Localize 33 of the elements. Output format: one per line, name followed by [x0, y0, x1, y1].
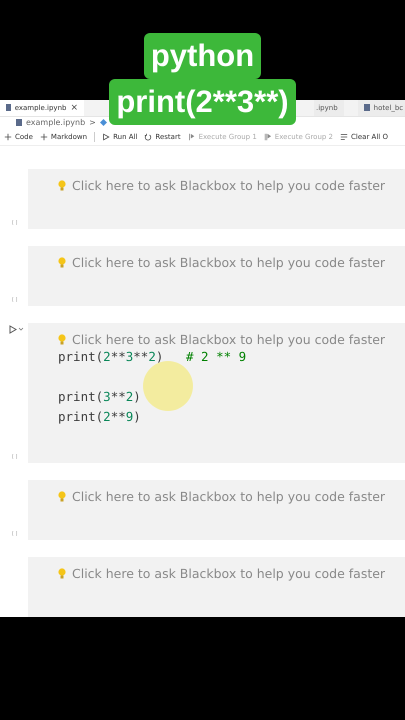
clear-icon	[340, 133, 348, 142]
notebook-icon	[364, 104, 370, 112]
code-line: print(3**2)	[58, 388, 142, 406]
lightbulb-icon	[58, 256, 66, 268]
code-line: print(2**3**2) # 2 ** 9	[58, 348, 248, 366]
lightbulb-icon	[58, 490, 66, 502]
ai-hint-link[interactable]: Click here to ask Blackbox to help you code faster	[72, 178, 386, 193]
ai-hint-link[interactable]: Click here to ask Blackbox to help you code faster	[72, 254, 386, 270]
caption-text: print(2**3**)	[109, 79, 296, 125]
close-icon[interactable]: ×	[70, 102, 78, 113]
restart-icon	[144, 133, 152, 142]
code-cell[interactable]: Click here to ask Blackbox to help you code faster	[28, 480, 405, 540]
run-icon	[102, 133, 110, 142]
lightbulb-icon	[58, 180, 66, 191]
ai-hint-link[interactable]: Click here to ask Blackbox to help you code faster	[72, 332, 386, 347]
code-cell[interactable]: Click here to ask Blackbox to help you code faster	[28, 556, 405, 617]
ai-hint-link[interactable]: Click here to ask Blackbox to help you code faster	[72, 566, 386, 581]
code-cell[interactable]: Click here to ask Blackbox to help you code faster	[28, 168, 405, 229]
code-line: print(2**9)	[58, 408, 142, 426]
lightbulb-icon	[58, 568, 66, 579]
plus-icon	[40, 133, 48, 142]
run-cell-icon[interactable]	[9, 324, 24, 334]
plus-icon	[4, 133, 12, 142]
caption-text: python	[144, 33, 262, 79]
code-cell[interactable]: Click here to ask Blackbox to help you code faster print(2**3**2) # 2 ** 9 print(3**2) print(2**9)	[28, 322, 405, 463]
lightbulb-icon	[58, 334, 66, 345]
execute-group-icon	[188, 133, 196, 142]
symbol-icon	[100, 119, 107, 126]
execute-group-icon	[264, 133, 272, 142]
ai-hint-link[interactable]: Click here to ask Blackbox to help you code faster	[72, 488, 386, 504]
breadcrumb-separator: >	[89, 118, 96, 128]
code-cell[interactable]: Click here to ask Blackbox to help you code faster	[28, 246, 405, 306]
breadcrumb-item[interactable]: example.ipynb	[26, 118, 86, 128]
